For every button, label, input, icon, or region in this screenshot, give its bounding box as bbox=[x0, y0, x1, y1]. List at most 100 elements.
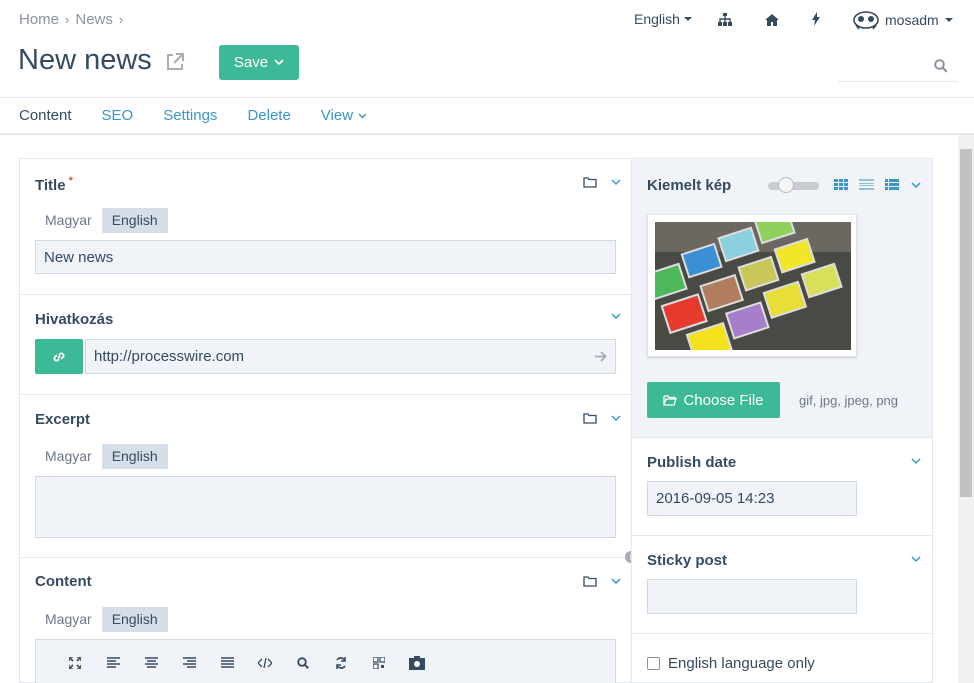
chevron-down-icon bbox=[274, 59, 284, 66]
lang-tab-magyar[interactable]: Magyar bbox=[35, 607, 102, 632]
tab-delete[interactable]: Delete bbox=[247, 107, 290, 124]
chevron-down-icon[interactable] bbox=[611, 178, 621, 186]
lang-tab-english[interactable]: English bbox=[101, 208, 168, 233]
folder-icon[interactable] bbox=[583, 412, 597, 424]
link-button[interactable] bbox=[35, 339, 83, 374]
field-actions bbox=[611, 313, 621, 320]
masthead: Home › News › New news Save English mosa… bbox=[0, 0, 974, 97]
search-icon[interactable] bbox=[934, 59, 948, 73]
field-label-link: Hivatkozás bbox=[35, 311, 114, 328]
align-right-icon[interactable] bbox=[170, 657, 208, 668]
top-navigation: English bbox=[634, 11, 692, 27]
title-label: Title bbox=[35, 177, 66, 194]
image-icon[interactable] bbox=[398, 655, 436, 670]
scrollbar-thumb[interactable] bbox=[960, 149, 972, 497]
fullscreen-icon[interactable] bbox=[56, 656, 94, 669]
chevron-down-icon[interactable] bbox=[911, 458, 921, 465]
home-icon[interactable] bbox=[765, 13, 779, 29]
scrollbar[interactable] bbox=[958, 135, 974, 683]
language-switcher[interactable]: English bbox=[634, 11, 692, 27]
chevron-down-icon bbox=[358, 113, 367, 118]
folder-icon[interactable] bbox=[583, 575, 597, 587]
language-tabs: Magyar English bbox=[35, 208, 168, 233]
tab-bar: Content SEO Settings Delete View bbox=[0, 97, 974, 135]
tab-view-label: View bbox=[320, 107, 354, 124]
field-publish-date: Publish date 2016-09-05 14:23 bbox=[632, 438, 932, 536]
align-left-icon[interactable] bbox=[94, 657, 132, 668]
field-label-title: Title * bbox=[35, 175, 73, 194]
choose-file-button[interactable]: Choose File bbox=[647, 382, 780, 418]
title-input[interactable]: New news bbox=[35, 240, 616, 274]
lang-tab-magyar[interactable]: Magyar bbox=[35, 444, 102, 469]
replace-icon[interactable] bbox=[322, 656, 360, 669]
slider-knob[interactable] bbox=[778, 177, 794, 193]
publish-date-label: Publish date bbox=[647, 454, 737, 471]
chevron-down-icon[interactable] bbox=[911, 556, 921, 563]
chevron-down-icon[interactable] bbox=[911, 182, 921, 189]
chevron-down-icon[interactable] bbox=[611, 577, 621, 585]
lang-tab-english[interactable]: English bbox=[101, 444, 168, 469]
breadcrumb-separator: › bbox=[65, 12, 70, 27]
field-english-only: English language only bbox=[632, 634, 932, 683]
field-actions bbox=[583, 176, 621, 188]
featured-image-label: Kiemelt kép bbox=[647, 177, 732, 194]
tab-seo[interactable]: SEO bbox=[102, 107, 134, 124]
required-mark: * bbox=[68, 175, 73, 187]
tab-content[interactable]: Content bbox=[19, 107, 72, 124]
field-label-excerpt: Excerpt bbox=[35, 411, 91, 428]
user-menu[interactable]: mosadm bbox=[853, 10, 953, 30]
align-center-icon[interactable] bbox=[132, 657, 170, 668]
tab-settings[interactable]: Settings bbox=[163, 107, 217, 124]
choose-file-label: Choose File bbox=[683, 391, 764, 409]
language-tabs: Magyar English bbox=[35, 444, 168, 469]
publish-date-input[interactable]: 2016-09-05 14:23 bbox=[647, 481, 857, 516]
paint-trays-image bbox=[644, 208, 851, 363]
save-button-label: Save bbox=[233, 54, 269, 71]
editor-toolbar bbox=[35, 639, 616, 683]
sticky-post-label: Sticky post bbox=[647, 552, 728, 569]
source-icon[interactable] bbox=[246, 657, 284, 668]
breadcrumb-separator: › bbox=[118, 12, 124, 27]
avatar bbox=[853, 11, 879, 30]
breadcrumb-news[interactable]: News bbox=[75, 11, 113, 28]
page-title: New news bbox=[18, 44, 152, 76]
list-compact-icon[interactable] bbox=[859, 179, 874, 190]
lang-tab-english[interactable]: English bbox=[101, 607, 168, 632]
external-link-icon[interactable] bbox=[165, 52, 185, 72]
chevron-down-icon[interactable] bbox=[611, 313, 621, 320]
caret-down-icon bbox=[944, 18, 953, 22]
language-label: English bbox=[634, 11, 680, 27]
english-only-checkbox[interactable] bbox=[647, 657, 660, 670]
folder-open-icon bbox=[663, 395, 678, 406]
allowed-extensions: gif, jpg, jpeg, png bbox=[799, 393, 899, 408]
grid-icon[interactable] bbox=[834, 179, 848, 190]
excerpt-textarea[interactable] bbox=[35, 476, 616, 538]
link-value: http://processwire.com bbox=[94, 348, 245, 365]
bolt-icon[interactable] bbox=[812, 12, 820, 29]
list-icon[interactable] bbox=[885, 179, 899, 190]
thumbnail-size-slider[interactable] bbox=[768, 177, 819, 193]
find-icon[interactable] bbox=[284, 656, 322, 669]
user-name: mosadm bbox=[885, 12, 939, 28]
content-fields: Title * Magyar English New news Hivatkozá… bbox=[19, 158, 632, 683]
chevron-down-icon[interactable] bbox=[611, 414, 621, 422]
field-link: Hivatkozás http://processwire.com bbox=[20, 295, 631, 395]
save-button[interactable]: Save bbox=[219, 45, 299, 80]
lang-tab-magyar[interactable]: Magyar bbox=[35, 208, 102, 233]
link-input[interactable]: http://processwire.com bbox=[85, 339, 616, 374]
tab-view[interactable]: View bbox=[321, 107, 367, 124]
align-justify-icon[interactable] bbox=[208, 657, 246, 668]
field-sticky-post: Sticky post bbox=[632, 536, 932, 634]
field-actions bbox=[583, 412, 621, 424]
english-only-label[interactable]: English language only bbox=[668, 655, 815, 672]
arrow-right-icon[interactable] bbox=[595, 351, 607, 362]
sitemap-icon[interactable] bbox=[718, 13, 732, 29]
template-icon[interactable] bbox=[360, 656, 398, 669]
search-input[interactable] bbox=[838, 52, 928, 80]
folder-icon[interactable] bbox=[583, 176, 597, 188]
sticky-post-input[interactable] bbox=[647, 579, 857, 614]
featured-image-thumbnail[interactable] bbox=[644, 208, 857, 363]
field-featured-image: Kiemelt kép Choose File gif, jpg, jpeg, … bbox=[632, 159, 932, 438]
breadcrumb-home[interactable]: Home bbox=[19, 11, 59, 28]
field-title: Title * Magyar English New news bbox=[20, 159, 631, 295]
